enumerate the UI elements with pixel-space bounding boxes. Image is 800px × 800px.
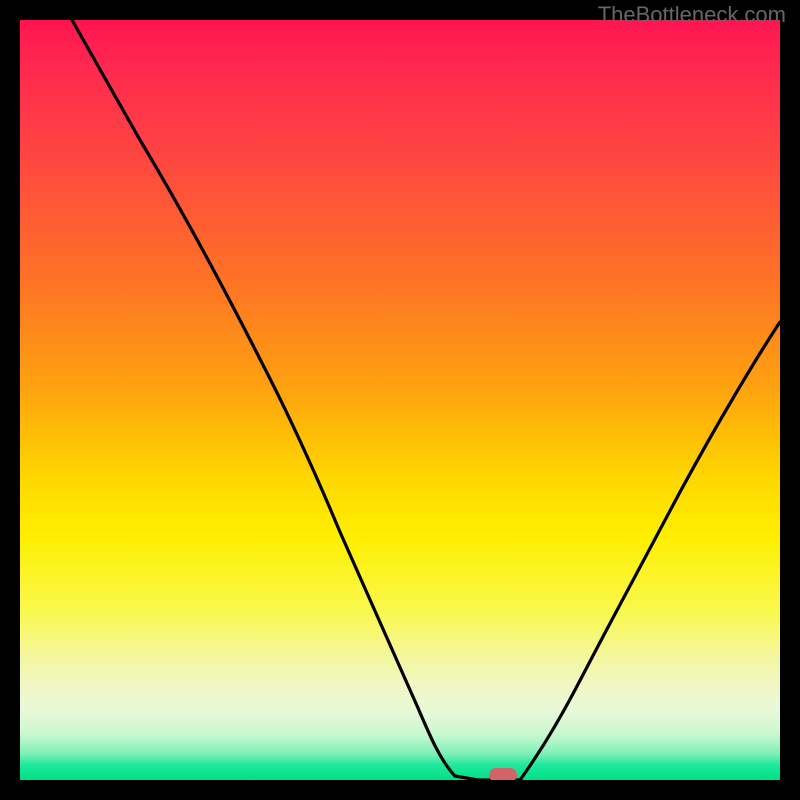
watermark-text: TheBottleneck.com — [598, 2, 786, 28]
chart-curve-svg — [20, 20, 780, 780]
bottleneck-curve-path — [72, 20, 780, 780]
chart-plot-area — [20, 20, 780, 780]
optimal-marker — [489, 768, 517, 780]
